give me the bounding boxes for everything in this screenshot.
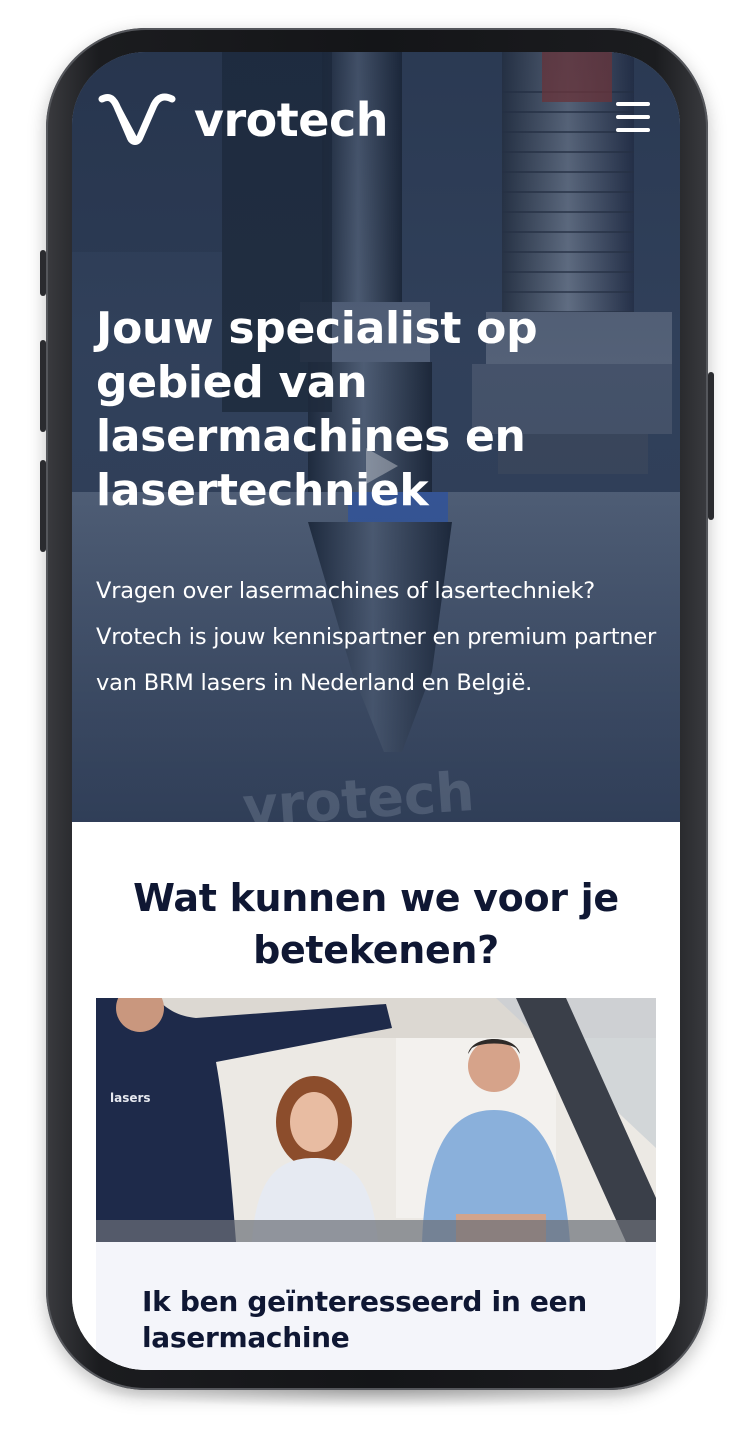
phone-volume-down-button — [40, 460, 46, 552]
people-at-laser-machine-photo: lasers — [96, 998, 656, 1242]
hero-description: Vragen over lasermachines of lasertechni… — [96, 578, 657, 696]
phone-volume-up-button — [40, 340, 46, 432]
phone-screen: vrotech vrotech Jouw specialist op gebie… — [72, 52, 680, 1370]
device-mockup-stage: vrotech vrotech Jouw specialist op gebie… — [0, 0, 750, 1440]
card-photo: lasers — [96, 998, 656, 1242]
phone-power-button — [708, 372, 714, 520]
hero-section: vrotech vrotech Jouw specialist op gebie… — [72, 52, 680, 822]
card-title: Ik ben geïnteresseerd in een lasermachin… — [142, 1285, 587, 1354]
services-title: Wat kunnen we voor je betekenen? — [133, 876, 619, 972]
service-card-lasermachine[interactable]: lasers Ik ben geïnteresseerd in een lase… — [96, 998, 656, 1370]
logo-text: vrotech — [194, 93, 388, 147]
logo-link[interactable]: vrotech — [96, 90, 388, 150]
vrotech-logo-icon — [98, 93, 176, 145]
services-section: Wat kunnen we voor je betekenen? lasers — [72, 822, 680, 1370]
svg-text:lasers: lasers — [110, 1091, 151, 1105]
phone-mute-switch — [40, 250, 46, 296]
play-icon[interactable] — [362, 444, 402, 488]
hamburger-menu-icon[interactable] — [616, 102, 650, 132]
hero-title: Jouw specialist op gebied van lasermachi… — [96, 303, 538, 516]
